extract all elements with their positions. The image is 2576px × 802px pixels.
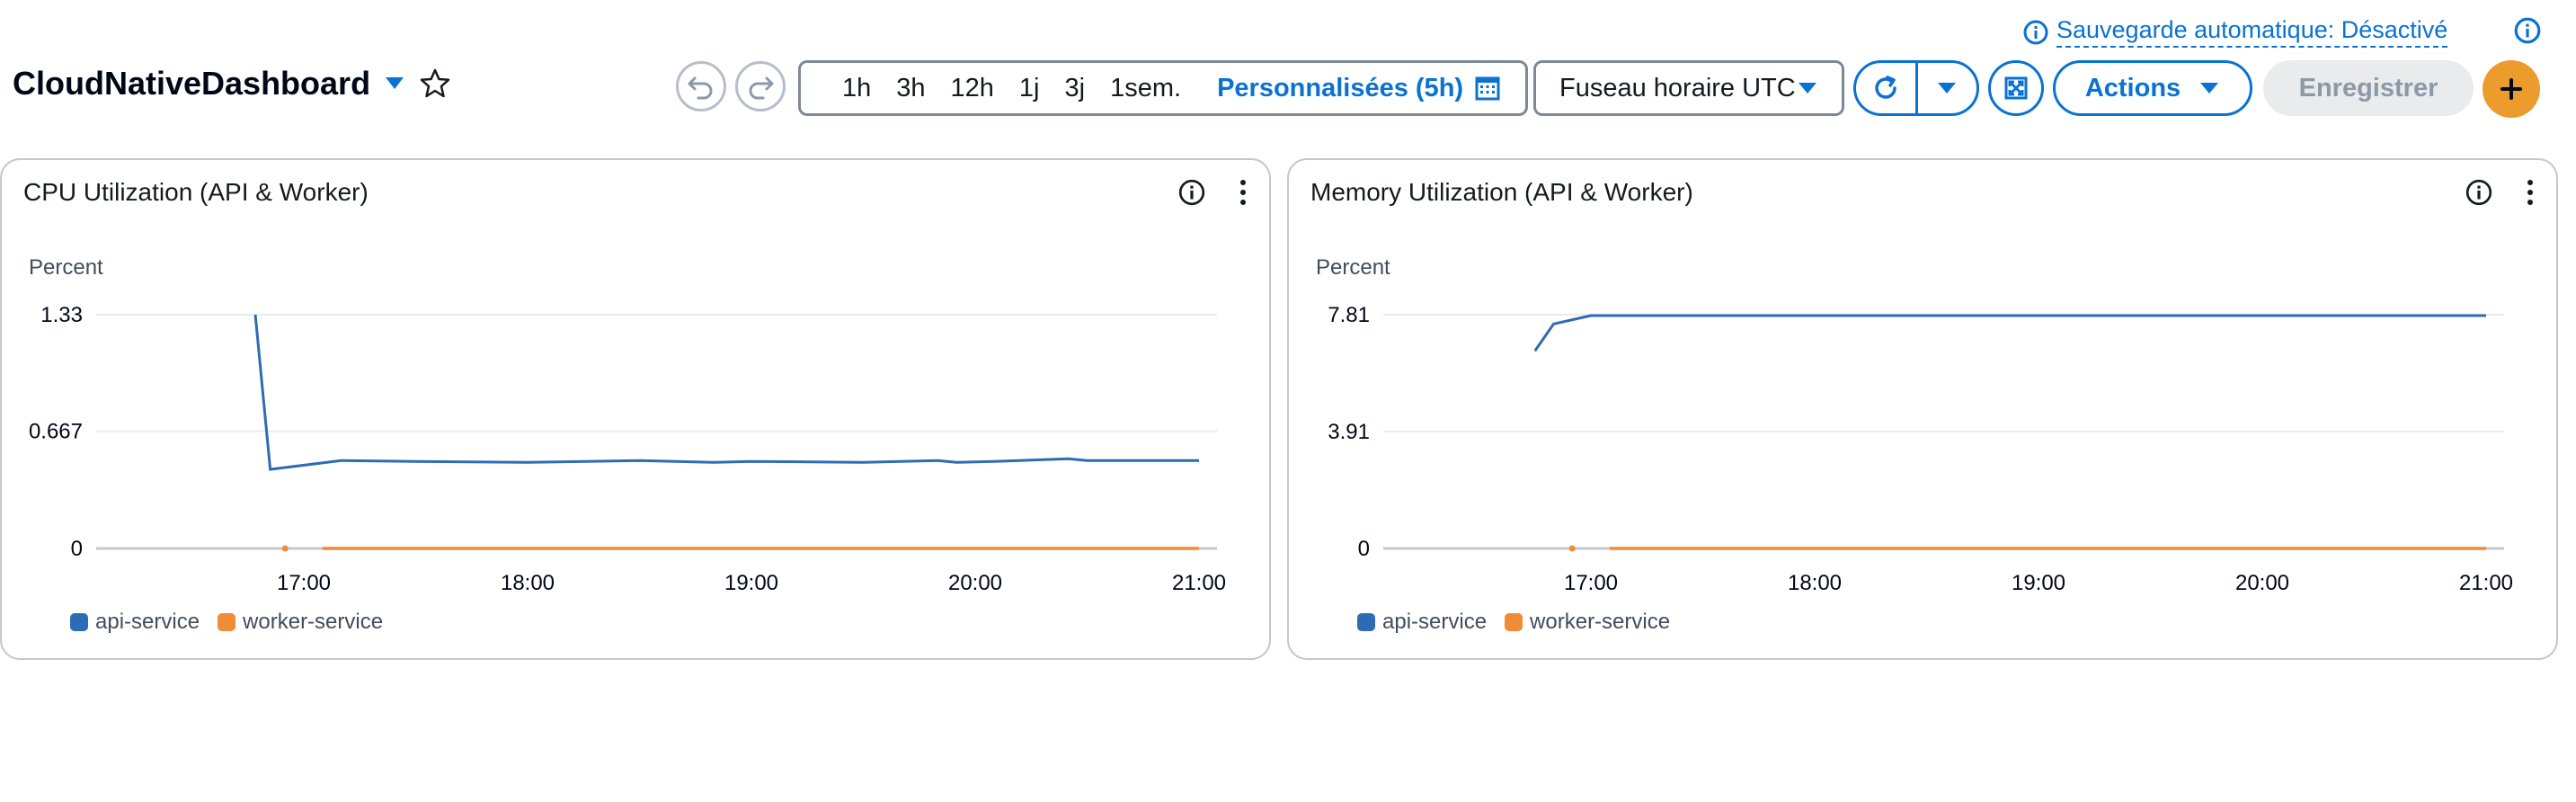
memory-chart: 0 3.91 7.81 17:00 18:00 19:00 20:00 21:00	[1328, 303, 2513, 595]
caret-down-icon	[1938, 83, 1957, 94]
legend-item-worker[interactable]: worker-service	[218, 610, 383, 635]
chart-legend: api-service worker-service	[1357, 610, 1670, 635]
refresh-split-button	[1853, 60, 1979, 116]
cpu-chart: 0 0.667 1.33 17:00 18:00 19:00 20:00 21:00	[29, 303, 1226, 595]
series-point-worker-service[interactable]	[1568, 545, 1576, 552]
caret-down-icon	[2200, 83, 2219, 94]
y-tick-label: 0.667	[29, 420, 83, 444]
series-line-api-service[interactable]	[1533, 314, 2486, 352]
expand-icon	[2004, 76, 2028, 100]
series-point-worker-service[interactable]	[281, 545, 289, 552]
fullscreen-button[interactable]	[1988, 60, 2044, 116]
add-widget-button[interactable]	[2483, 60, 2540, 118]
calendar-icon[interactable]	[1474, 75, 1501, 102]
range-3h[interactable]: 3h	[884, 74, 937, 103]
x-tick-label: 20:00	[2235, 571, 2289, 595]
y-tick-label: 0	[1358, 537, 1370, 561]
x-tick-label: 19:00	[2012, 571, 2065, 595]
y-tick-label: 3.91	[1328, 420, 1370, 444]
legend-item-api[interactable]: api-service	[70, 610, 200, 635]
x-tick-label: 17:00	[277, 571, 331, 595]
x-tick-label: 19:00	[724, 571, 778, 595]
refresh-button[interactable]	[1856, 63, 1915, 113]
redo-button[interactable]	[735, 61, 786, 111]
info-icon	[2023, 20, 2048, 44]
range-3j[interactable]: 3j	[1053, 74, 1098, 103]
refresh-icon	[1875, 76, 1896, 99]
range-custom[interactable]: Personnalisées (5h)	[1204, 74, 1474, 103]
time-range-selector: 1h 3h 12h 1j 3j 1sem. Personnalisées (5h…	[798, 60, 1528, 116]
autosave-label: Sauvegarde automatique: Désactivé	[2056, 16, 2448, 48]
x-tick-label: 21:00	[2459, 571, 2513, 595]
page-title: CloudNativeDashboard	[13, 65, 371, 102]
dashboard-title-area: CloudNativeDashboard	[13, 65, 451, 102]
memory-widget: Memory Utilization (API & Worker) Percen…	[1287, 158, 2558, 660]
caret-down-icon	[1799, 83, 1817, 94]
range-1sem[interactable]: 1sem.	[1097, 74, 1194, 103]
cpu-widget: CPU Utilization (API & Worker) Percent 0…	[0, 158, 1271, 660]
x-tick-label: 21:00	[1172, 571, 1226, 595]
x-tick-label: 18:00	[1788, 571, 1842, 595]
refresh-options-button[interactable]	[1914, 63, 1977, 113]
autosave-link[interactable]: Sauvegarde automatique: Désactivé	[2022, 16, 2448, 48]
range-1h[interactable]: 1h	[830, 74, 884, 103]
undo-icon	[688, 76, 713, 100]
x-tick-label: 20:00	[948, 571, 1002, 595]
help-info-icon[interactable]	[2513, 16, 2542, 45]
timezone-select[interactable]: Fuseau horaire UTC	[1533, 60, 1844, 116]
actions-button[interactable]: Actions	[2053, 60, 2252, 116]
caret-down-icon[interactable]	[383, 74, 406, 94]
range-12h[interactable]: 12h	[938, 74, 1007, 103]
timezone-label: Fuseau horaire UTC	[1559, 73, 1796, 102]
y-tick-label: 1.33	[40, 303, 83, 327]
legend-item-worker[interactable]: worker-service	[1505, 610, 1670, 635]
actions-label: Actions	[2084, 73, 2181, 102]
save-button[interactable]: Enregistrer	[2263, 60, 2474, 116]
series-line-api-service[interactable]	[253, 314, 1199, 471]
save-label: Enregistrer	[2298, 73, 2438, 102]
chart-legend: api-service worker-service	[70, 610, 383, 635]
y-tick-label: 7.81	[1328, 303, 1370, 327]
x-tick-label: 18:00	[501, 571, 555, 595]
plus-icon	[2500, 78, 2522, 100]
legend-item-api[interactable]: api-service	[1357, 610, 1487, 635]
y-tick-label: 0	[71, 537, 83, 561]
redo-icon	[749, 76, 774, 100]
x-tick-label: 17:00	[1564, 571, 1618, 595]
range-1j[interactable]: 1j	[1007, 74, 1053, 103]
undo-button[interactable]	[676, 61, 726, 111]
star-icon[interactable]	[419, 67, 451, 100]
